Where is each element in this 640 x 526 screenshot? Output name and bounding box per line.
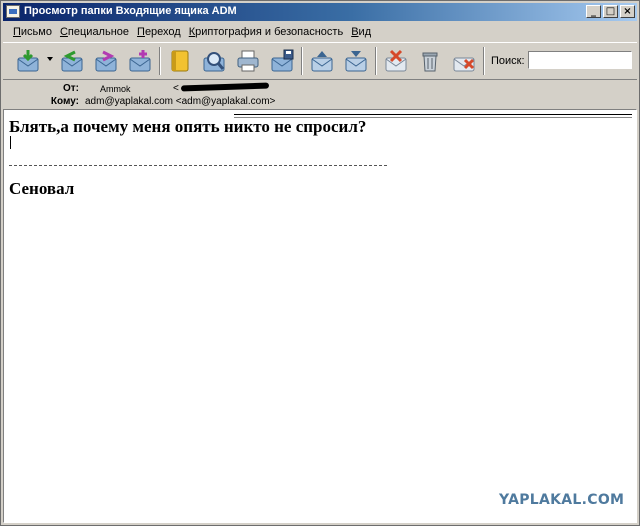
trash-icon: [422, 52, 438, 72]
prev-message-icon: [311, 51, 333, 72]
watermark-logo: YAPLAKAL.COM: [499, 492, 625, 508]
address-book-icon: [171, 50, 189, 72]
next-message-button[interactable]: [343, 48, 369, 74]
window-title: Просмотр папки Входящие ящика ADM: [24, 5, 237, 17]
to-label: Кому:: [50, 96, 79, 107]
minimize-button[interactable]: _: [586, 5, 601, 18]
save-icon: [271, 49, 294, 72]
get-mail-icon: [17, 50, 39, 72]
save-button[interactable]: [269, 48, 295, 74]
search-input[interactable]: [528, 51, 632, 69]
print-button[interactable]: [235, 48, 261, 74]
app-icon: [6, 5, 20, 18]
toolbar-separator: [159, 47, 161, 75]
from-name[interactable]: Ammok: [100, 84, 131, 94]
prev-message-button[interactable]: [309, 48, 335, 74]
toolbar: Поиск:: [3, 42, 637, 80]
get-mail-button[interactable]: [15, 48, 41, 74]
forward-button[interactable]: [93, 48, 119, 74]
menu-crypto[interactable]: Криптография и безопасность: [189, 26, 343, 38]
menu-special[interactable]: Специальное: [60, 26, 129, 38]
chevron-down-icon[interactable]: [47, 57, 53, 61]
find-button[interactable]: [201, 48, 227, 74]
menu-bar: Письмо Специальное Переход Криптография …: [3, 22, 637, 41]
delete-button[interactable]: [417, 48, 443, 74]
from-label: От:: [62, 83, 79, 94]
reply-icon: [61, 50, 83, 72]
toolbar-separator: [375, 47, 377, 75]
message-body[interactable]: Блять,а почему меня опять никто не спрос…: [3, 109, 637, 523]
toolbar-separator: [301, 47, 303, 75]
junk-icon: [385, 49, 407, 72]
find-icon: [203, 52, 225, 72]
toolbar-separator: [483, 47, 485, 75]
redaction-mark: [180, 82, 270, 92]
menu-view[interactable]: Вид: [351, 26, 371, 38]
search-label: Поиск:: [491, 55, 525, 67]
title-bar[interactable]: Просмотр папки Входящие ящика ADM _ □ ×: [3, 3, 637, 21]
mark-icon: [453, 57, 475, 72]
message-signature: Сеновал: [9, 179, 75, 198]
close-button[interactable]: ×: [620, 5, 635, 18]
mark-button[interactable]: [451, 48, 477, 74]
next-message-icon: [345, 51, 367, 72]
message-header: От: Ammok < Кому: adm@yaplakal.com <adm@…: [3, 81, 637, 109]
menu-letter[interactable]: Письмо: [13, 26, 52, 38]
forward-icon: [95, 50, 117, 72]
mail-window: Просмотр папки Входящие ящика ADM _ □ × …: [0, 0, 640, 526]
print-icon: [237, 50, 259, 72]
junk-button[interactable]: [383, 48, 409, 74]
signature-divider: [9, 165, 387, 166]
compose-button[interactable]: [127, 48, 153, 74]
to-value[interactable]: adm@yaplakal.com <adm@yaplakal.com>: [85, 96, 275, 107]
menu-go[interactable]: Переход: [137, 26, 181, 38]
text-cursor: [10, 136, 11, 149]
message-text-line: Блять,а почему меня опять никто не спрос…: [9, 117, 367, 136]
address-book-button[interactable]: [167, 48, 193, 74]
reply-button[interactable]: [59, 48, 85, 74]
from-address[interactable]: <: [173, 83, 179, 94]
compose-icon: [129, 50, 151, 72]
maximize-button[interactable]: □: [603, 5, 618, 18]
